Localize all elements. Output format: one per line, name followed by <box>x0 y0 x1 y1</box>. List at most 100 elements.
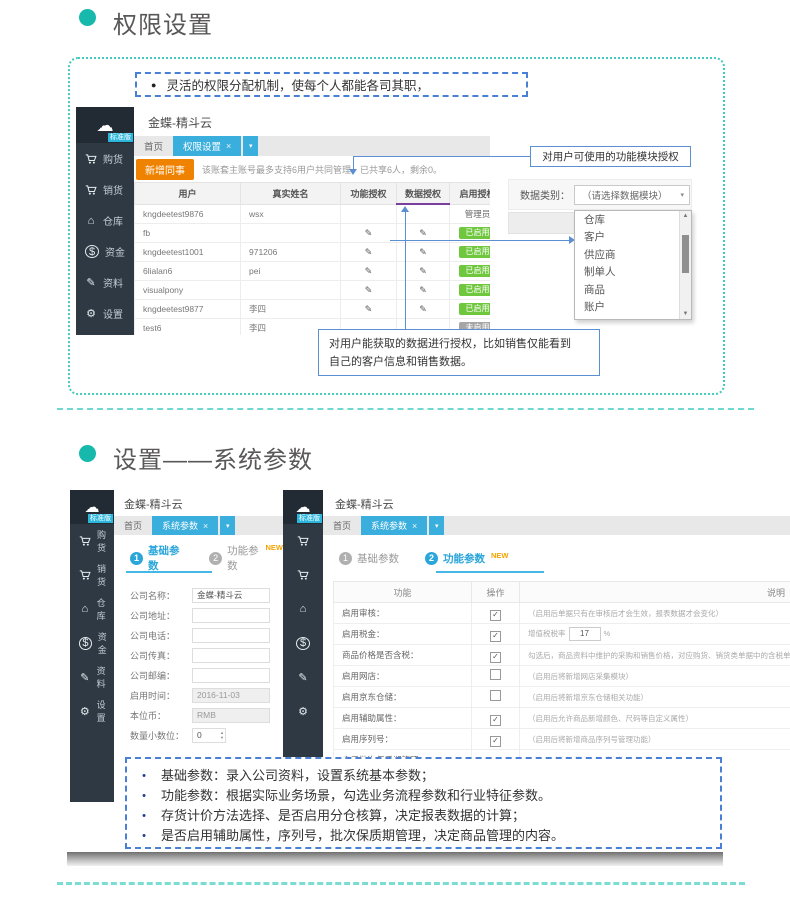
table-fragment <box>508 212 576 234</box>
app-logo[interactable]: ☁ 标准版 <box>283 490 323 524</box>
callout-line2: 自己的客户信息和销售数据。 <box>329 353 599 371</box>
dropdown-option[interactable]: 制单人 <box>575 264 680 281</box>
dropdown-option[interactable]: 账户 <box>575 299 680 316</box>
table-row: 启用网店：（启用后将新增网店采集模块） <box>334 666 790 687</box>
checkbox[interactable] <box>490 690 501 701</box>
tab-home[interactable]: 首页 <box>134 136 173 156</box>
field-label: 本位币： <box>130 709 192 722</box>
data-module-select[interactable]: （请选择数据模块） ▾ <box>574 185 690 205</box>
checkbox[interactable] <box>490 669 501 680</box>
column-header: 说明 <box>520 582 790 603</box>
sidebar-item-cart[interactable]: 购货 <box>70 524 114 558</box>
scroll-down-icon[interactable]: ▼ <box>680 309 691 319</box>
column-header: 功能授权 <box>341 183 397 205</box>
sidebar-item-funds[interactable]: $资金 <box>70 626 114 660</box>
sidebar-item-settings[interactable]: ⚙ <box>283 694 323 728</box>
field-input[interactable] <box>192 648 270 663</box>
sidebar-item-funds[interactable]: $资金 <box>76 236 134 267</box>
tab-basic-params[interactable]: 1 基础参数 <box>130 543 183 573</box>
app-logo[interactable]: ☁ 标准版 <box>70 490 114 524</box>
app-logo[interactable]: ☁ 标准版 <box>76 107 134 143</box>
function-auth-cell[interactable]: ✎ <box>341 224 397 243</box>
status-badge[interactable]: 已启用 <box>459 265 491 277</box>
field-input[interactable] <box>192 668 270 683</box>
function-auth-cell[interactable]: ✎ <box>341 281 397 300</box>
sidebar-item-cart[interactable]: 购货 <box>76 143 134 174</box>
scrollbar[interactable]: ▲ ▼ <box>679 211 691 319</box>
tax-rate-input[interactable]: 17 <box>569 627 601 641</box>
sidebar-item-cart-out[interactable]: 销货 <box>70 558 114 592</box>
status-badge[interactable]: 已启用 <box>459 284 491 296</box>
tab-dropdown[interactable]: ▾ <box>243 136 258 156</box>
add-colleague-button[interactable]: 新增同事 <box>136 159 194 180</box>
checkbox[interactable]: ✓ <box>490 715 501 726</box>
dropdown-option[interactable]: 商品 <box>575 282 680 299</box>
sidebar-item-warehouse[interactable]: ⌂仓库 <box>70 592 114 626</box>
dropdown-option[interactable]: 客户 <box>575 229 680 246</box>
tab-permission-settings[interactable]: 权限设置 × <box>173 136 241 156</box>
operation-cell <box>472 687 520 708</box>
tab-system-params[interactable]: 系统参数 × <box>361 516 427 535</box>
tab-home[interactable]: 首页 <box>323 516 361 535</box>
spinner-down-icon[interactable]: ▼ <box>220 735 224 740</box>
status-badge[interactable]: 已启用 <box>459 227 491 239</box>
scroll-up-icon[interactable]: ▲ <box>680 211 691 221</box>
bullet-icon: • <box>127 766 161 786</box>
sidebar-item-data[interactable]: ✎资料 <box>70 660 114 694</box>
sidebar-item-data[interactable]: ✎ <box>283 660 323 694</box>
tab-function-params[interactable]: 2 功能参数 NEW <box>425 551 509 566</box>
sidebar-item-settings[interactable]: ⚙设置 <box>70 694 114 728</box>
field-input[interactable] <box>192 628 270 643</box>
sidebar-item-cart[interactable] <box>283 524 323 558</box>
bottom-bar <box>67 852 723 866</box>
checkbox[interactable]: ✓ <box>490 610 501 621</box>
checkbox[interactable]: ✓ <box>490 652 501 663</box>
field-input[interactable]: 0▲▼ <box>192 728 226 743</box>
field-input[interactable] <box>192 608 270 623</box>
sidebar-item-label: 资料 <box>103 275 123 290</box>
function-auth-cell[interactable]: ✎ <box>341 300 397 319</box>
tab-system-params[interactable]: 系统参数 × <box>152 516 218 535</box>
funds-icon: $ <box>296 637 310 650</box>
new-badge: NEW <box>266 543 284 552</box>
sidebar-item-data[interactable]: ✎资料 <box>76 267 134 298</box>
tab-home[interactable]: 首页 <box>114 516 152 535</box>
sidebar-item-label: 设置 <box>97 698 114 724</box>
field-input[interactable]: 金蝶-精斗云 <box>192 588 270 603</box>
sidebar-item-label: 销货 <box>103 182 123 197</box>
checkbox[interactable]: ✓ <box>490 736 501 747</box>
status-badge[interactable]: 已启用 <box>459 246 491 258</box>
close-icon[interactable]: × <box>412 521 417 531</box>
dropdown-list: 仓库客户供应商制单人商品账户 <box>575 212 680 316</box>
table-row: 6lialan6pei✎✎已启用 <box>135 262 491 281</box>
sidebar-item-warehouse[interactable]: ⌂仓库 <box>76 205 134 236</box>
close-icon[interactable]: × <box>203 521 208 531</box>
sidebar-item-settings[interactable]: ⚙设置 <box>76 298 134 329</box>
sidebar-item-cart-out[interactable] <box>283 558 323 592</box>
connector-line <box>353 156 530 157</box>
connector-line <box>405 212 406 329</box>
scrollbar-thumb[interactable] <box>682 235 689 273</box>
sidebar-item-warehouse[interactable]: ⌂ <box>283 592 323 626</box>
tab-function-params[interactable]: 2 功能参数 NEW <box>209 543 283 573</box>
sidebar-item-label: 设置 <box>103 306 123 321</box>
checkbox[interactable]: ✓ <box>490 631 501 642</box>
dropdown-option[interactable]: 供应商 <box>575 247 680 264</box>
sidebar-item-cart-out[interactable]: 销货 <box>76 174 134 205</box>
dropdown-option[interactable]: 仓库 <box>575 212 680 229</box>
column-header: 真实姓名 <box>241 183 341 205</box>
tab-basic-params[interactable]: 1 基础参数 <box>339 551 399 566</box>
function-auth-cell[interactable]: ✎ <box>341 243 397 262</box>
tab-dropdown[interactable]: ▾ <box>220 516 235 535</box>
field-input: RMB <box>192 708 270 723</box>
note-item: •基础参数：录入公司资料，设置系统基本参数； <box>127 766 720 786</box>
status-badge[interactable]: 已启用 <box>459 303 491 315</box>
spinner-control[interactable]: ▲▼ <box>220 729 224 742</box>
screenshot-function-params: ☁ 标准版 ⌂$✎⚙ 金蝶-精斗云 首页 系统参数 × ▾ 1 基础参数 <box>283 490 790 760</box>
sidebar-item-funds[interactable]: $ <box>283 626 323 660</box>
tab-dropdown[interactable]: ▾ <box>429 516 444 535</box>
settings-icon: ⚙ <box>297 705 309 718</box>
function-auth-cell[interactable]: ✎ <box>341 262 397 281</box>
app-sidebar: ☁ 标准版 ⌂ $ ✎ ⚙ <box>283 490 323 760</box>
close-icon[interactable]: × <box>226 141 231 151</box>
